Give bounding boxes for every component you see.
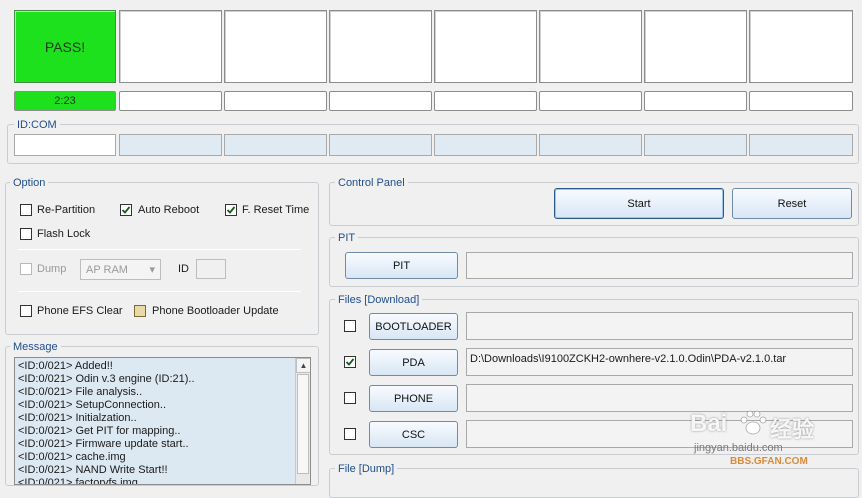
port-status-2 — [119, 10, 222, 83]
pit-path-field[interactable] — [466, 252, 853, 279]
dump-checkbox[interactable] — [20, 263, 32, 275]
auto-reboot-checkbox[interactable] — [120, 204, 132, 216]
message-lines: <ID:0/021> Added!! <ID:0/021> Odin v.3 e… — [15, 358, 297, 485]
csc-button[interactable]: CSC — [369, 421, 458, 448]
phone-efs-clear-checkbox[interactable] — [20, 305, 32, 317]
f-reset-time-checkbox[interactable] — [225, 204, 237, 216]
log-line: <ID:0/021> cache.img — [18, 451, 126, 463]
pda-button[interactable]: PDA — [369, 349, 458, 376]
com-port-2 — [119, 134, 222, 156]
dump-select[interactable]: AP RAM ▾ — [80, 259, 161, 280]
checkmark-icon — [121, 206, 131, 214]
log-line: <ID:0/021> Odin v.3 engine (ID:21).. — [18, 373, 195, 385]
dump-id-field[interactable] — [196, 259, 226, 279]
com-port-3 — [224, 134, 327, 156]
watermark-site: BBS.GFAN.COM — [730, 456, 808, 467]
option-divider — [18, 291, 301, 292]
port-status-6 — [539, 10, 642, 83]
port-timer-3 — [224, 91, 327, 111]
port-status-7 — [644, 10, 747, 83]
bootloader-checkbox[interactable] — [344, 320, 356, 332]
log-line: <ID:0/021> SetupConnection.. — [18, 399, 166, 411]
bootloader-button[interactable]: BOOTLOADER — [369, 313, 458, 340]
log-line: <ID:0/021> File analysis.. — [18, 386, 143, 398]
port-timer-2 — [119, 91, 222, 111]
chevron-down-icon: ▾ — [149, 264, 155, 276]
phone-efs-clear-label: Phone EFS Clear — [37, 305, 123, 317]
flash-lock-checkbox[interactable] — [20, 228, 32, 240]
pda-path-field[interactable]: D:\Downloads\I9100ZCKH2-ownhere-v2.1.0.O… — [466, 348, 853, 376]
control-panel-title: Control Panel — [335, 177, 408, 189]
port-status-5 — [434, 10, 537, 83]
checkmark-icon — [226, 206, 236, 214]
port-timer-5 — [434, 91, 537, 111]
com-port-1 — [14, 134, 116, 156]
port-timer-8 — [749, 91, 853, 111]
message-title: Message — [10, 341, 61, 353]
reset-button[interactable]: Reset — [732, 188, 852, 219]
message-log[interactable]: <ID:0/021> Added!! <ID:0/021> Odin v.3 e… — [14, 357, 311, 485]
com-port-6 — [539, 134, 642, 156]
port-timer-7 — [644, 91, 747, 111]
com-port-5 — [434, 134, 537, 156]
port-timer-4 — [329, 91, 432, 111]
option-divider — [18, 249, 301, 250]
dump-label: Dump — [37, 263, 67, 275]
com-port-8 — [749, 134, 853, 156]
port-timer-6 — [539, 91, 642, 111]
pit-title: PIT — [335, 232, 359, 244]
phone-checkbox[interactable] — [344, 392, 356, 404]
dump-select-value: AP RAM — [86, 263, 128, 276]
bootloader-path-field[interactable] — [466, 312, 853, 340]
files-download-title: Files [Download] — [335, 294, 423, 306]
csc-path-field[interactable] — [466, 420, 853, 448]
checkmark-icon — [345, 358, 355, 366]
com-port-7 — [644, 134, 747, 156]
pit-button[interactable]: PIT — [345, 252, 458, 279]
port-timer-1: 2:23 — [14, 91, 116, 111]
port-status-text: PASS! — [44, 38, 86, 55]
port-status-8 — [749, 10, 853, 83]
file-dump-title: File [Dump] — [335, 463, 398, 475]
com-port-4 — [329, 134, 432, 156]
repartition-checkbox[interactable] — [20, 204, 32, 216]
log-line: <ID:0/021> Initialzation.. — [18, 412, 137, 424]
file-dump-group — [329, 468, 859, 498]
port-status-4 — [329, 10, 432, 83]
phone-bootloader-update-label: Phone Bootloader Update — [152, 305, 279, 317]
start-button[interactable]: Start — [554, 188, 724, 219]
flash-lock-label: Flash Lock — [37, 228, 91, 240]
log-line: <ID:0/021> Firmware update start.. — [18, 438, 189, 450]
auto-reboot-label: Auto Reboot — [138, 204, 200, 216]
csc-checkbox[interactable] — [344, 428, 356, 440]
log-line: <ID:0/021> NAND Write Start!! — [18, 464, 168, 476]
log-line: <ID:0/021> factoryfs.img — [18, 477, 138, 485]
log-line: <ID:0/021> Added!! — [18, 360, 113, 372]
scroll-thumb[interactable] — [297, 374, 309, 474]
scroll-up-icon[interactable]: ▲ — [296, 358, 310, 373]
port-status-1: PASS! — [14, 10, 116, 83]
phone-button[interactable]: PHONE — [369, 385, 458, 412]
idcom-label: ID:COM — [14, 119, 60, 131]
port-status-3 — [224, 10, 327, 83]
pda-checkbox[interactable] — [344, 356, 356, 368]
repartition-label: Re-Partition — [37, 204, 96, 216]
f-reset-time-label: F. Reset Time — [242, 204, 310, 216]
log-line: <ID:0/021> Get PIT for mapping.. — [18, 425, 181, 437]
option-title: Option — [10, 177, 49, 189]
phone-bootloader-update-checkbox[interactable] — [134, 305, 146, 317]
message-scrollbar[interactable]: ▲ — [295, 358, 310, 484]
phone-path-field[interactable] — [466, 384, 853, 412]
dump-id-label: ID — [178, 263, 189, 275]
